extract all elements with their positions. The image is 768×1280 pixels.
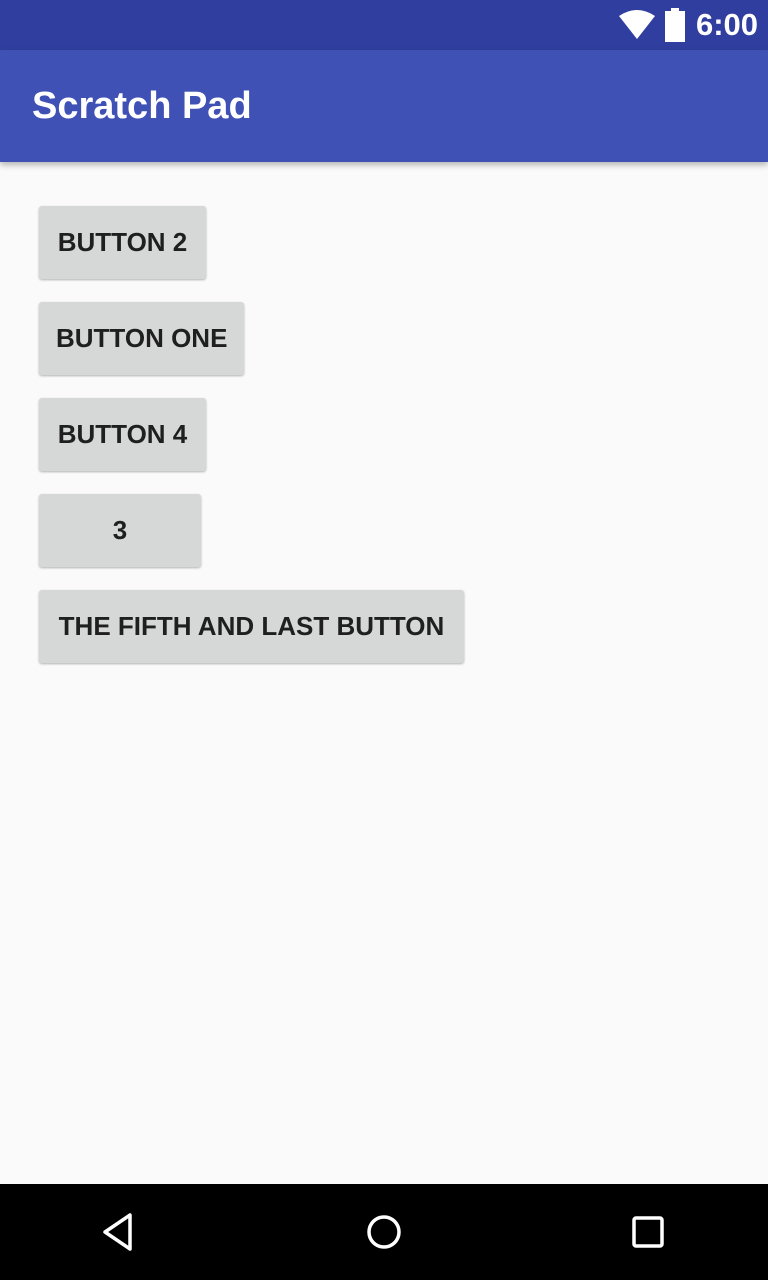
main-content: BUTTON 2 BUTTON ONE BUTTON 4 3 THE FIFTH… [0, 162, 768, 1184]
recent-apps-icon[interactable] [624, 1208, 672, 1256]
navigation-bar [0, 1184, 768, 1280]
app-bar: Scratch Pad [0, 50, 768, 162]
back-icon[interactable] [96, 1208, 144, 1256]
button-2[interactable]: BUTTON 2 [39, 206, 206, 279]
battery-icon [664, 8, 685, 42]
wifi-icon [618, 10, 655, 39]
status-icons: 6:00 [618, 0, 758, 50]
home-icon[interactable] [360, 1208, 408, 1256]
button-3[interactable]: 3 [39, 494, 201, 567]
fifth-button[interactable]: THE FIFTH AND LAST BUTTON [39, 590, 464, 663]
status-bar: 6:00 [0, 0, 768, 50]
status-time: 6:00 [695, 7, 758, 42]
button-4[interactable]: BUTTON 4 [39, 398, 206, 471]
button-one[interactable]: BUTTON ONE [39, 302, 244, 375]
app-title: Scratch Pad [32, 85, 252, 127]
